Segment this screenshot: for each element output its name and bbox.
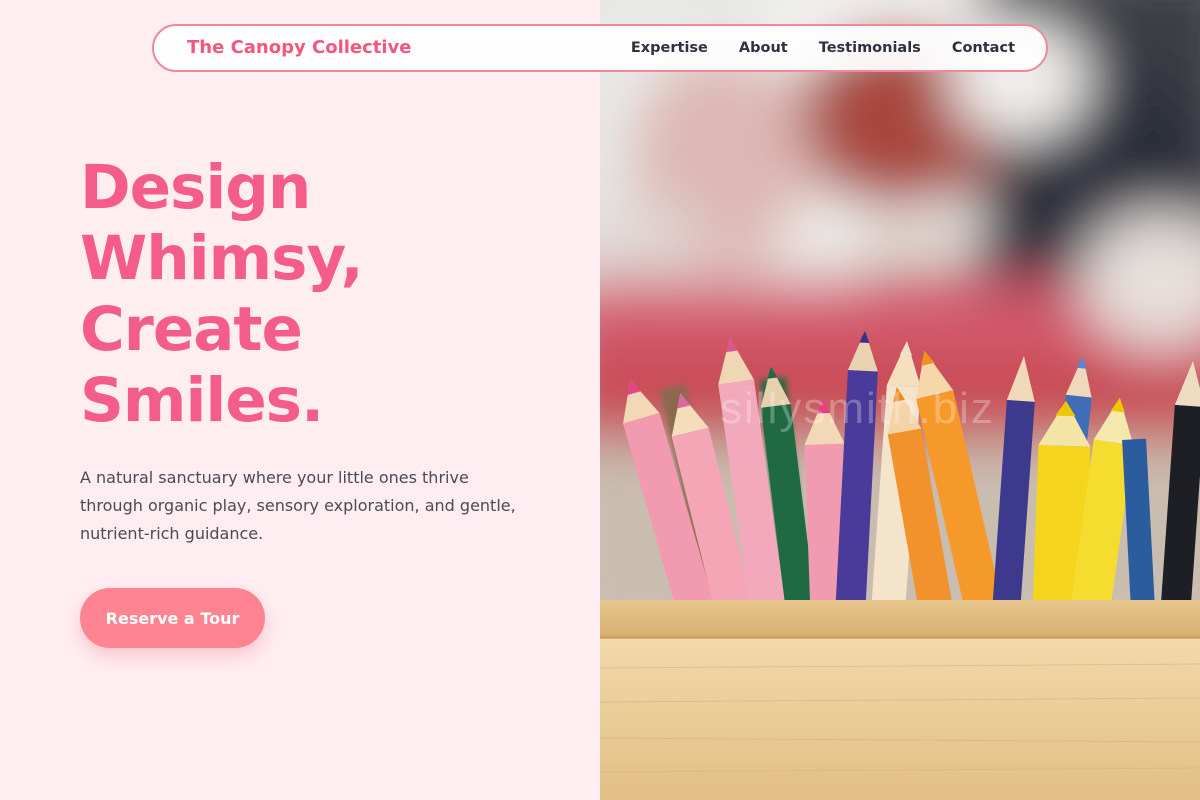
reserve-tour-button[interactable]: Reserve a Tour [80,588,265,648]
nav-link-contact[interactable]: Contact [952,40,1015,56]
headline-line-4: Smiles. [80,365,324,436]
nav-link-testimonials[interactable]: Testimonials [819,40,921,56]
nav-link-about[interactable]: About [739,40,788,56]
brand-logo-text[interactable]: The Canopy Collective [187,37,412,58]
nav-links: Expertise About Testimonials Contact [631,40,1015,56]
hero-description: A natural sanctuary where your little on… [80,468,516,543]
hero-headline: Design Whimsy, Create Smiles. [80,152,560,436]
nav-link-expertise[interactable]: Expertise [631,40,708,56]
image-watermark: sillysmith.biz [720,384,995,433]
headline-line-2: Whimsy, [80,223,364,294]
headline-line-1: Design [80,152,311,223]
headline-line-3: Create [80,294,303,365]
landing-page: sillysmith.biz The Canopy Collective Exp… [0,0,1200,800]
hero-photo-colored-pencils: sillysmith.biz [600,0,1200,800]
top-navbar: The Canopy Collective Expertise About Te… [152,24,1048,72]
